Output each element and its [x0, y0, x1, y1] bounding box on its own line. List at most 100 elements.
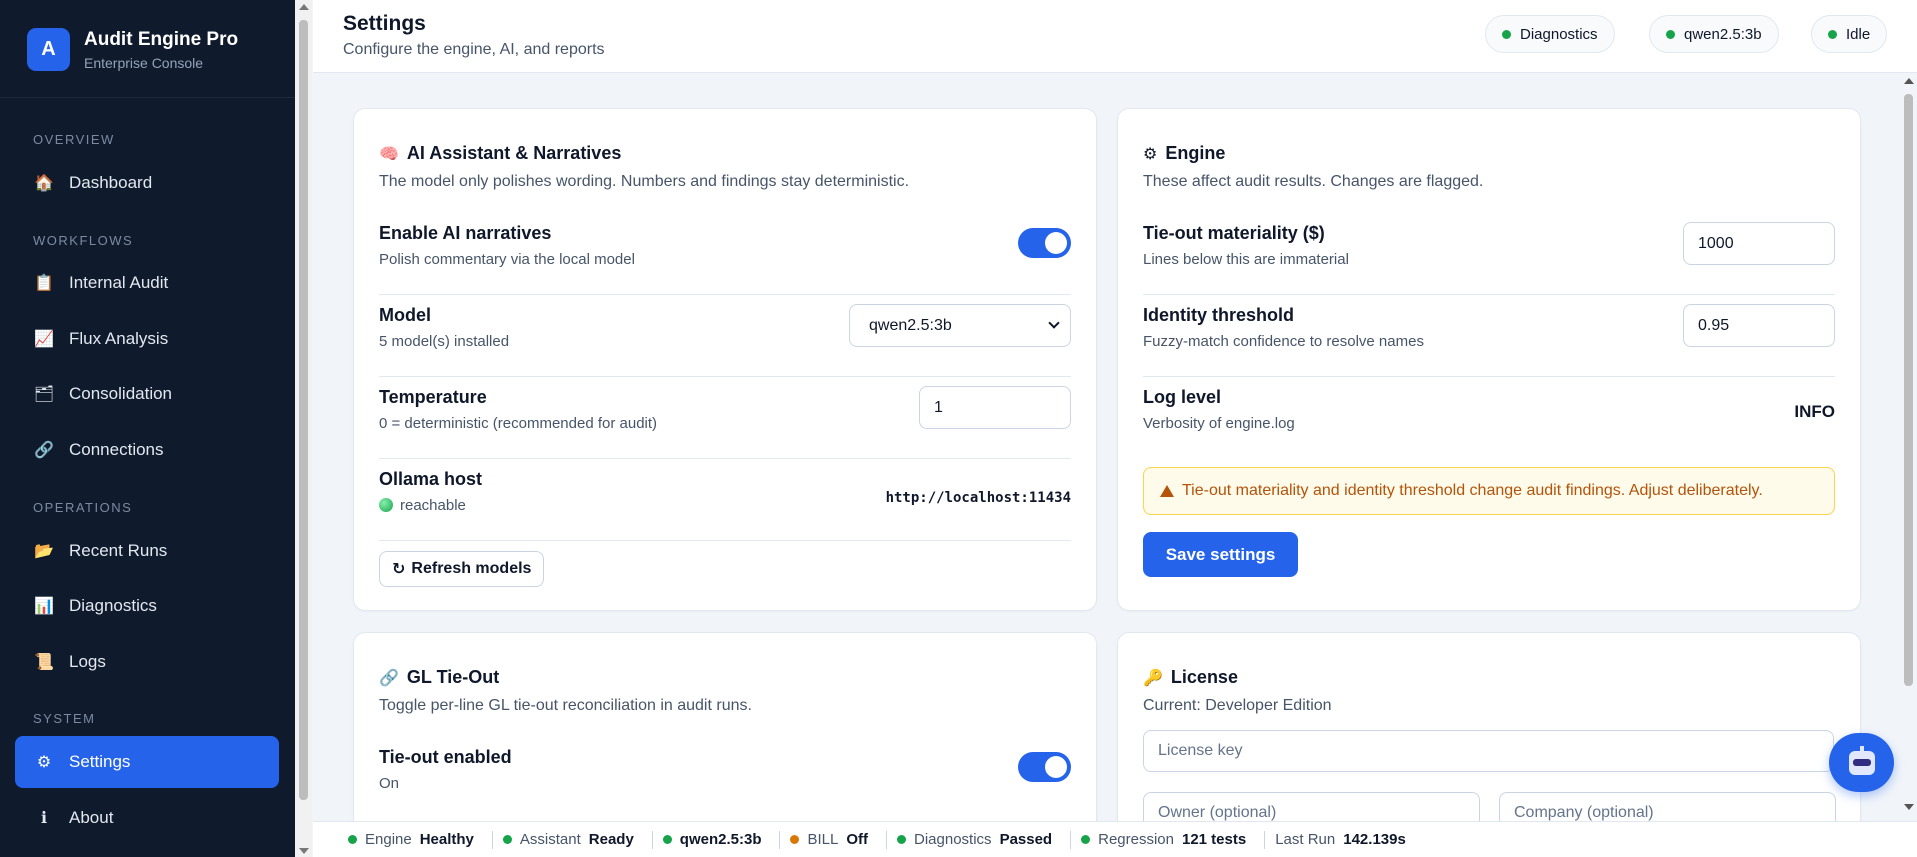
sidebar-item-consolidation[interactable]: 🗂 Consolidation: [15, 368, 279, 420]
identity-threshold-row: Identity threshold Fuzzy-match confidenc…: [1143, 295, 1835, 377]
sidebar-scrollbar[interactable]: [295, 0, 312, 857]
sidebar-item-label: Consolidation: [69, 384, 173, 403]
status-pill-idle[interactable]: Idle: [1811, 15, 1888, 53]
card-title-text: License: [1170, 667, 1238, 687]
header: Settings Configure the engine, AI, and r…: [313, 0, 1917, 73]
row-hint: 5 model(s) installed: [379, 333, 510, 350]
status-dot-icon: [502, 835, 512, 844]
ai-assistant-card: 🧠 AI Assistant & Narratives The model on…: [353, 108, 1097, 611]
save-settings-button[interactable]: Save settings: [1143, 532, 1298, 577]
license-card: 🔑 License Current: Developer Edition Lic…: [1117, 632, 1861, 834]
sidebar-item-label: About: [69, 808, 114, 827]
page-subtitle: Configure the engine, AI, and reports: [343, 41, 605, 58]
scroll-down-arrow-icon[interactable]: [299, 848, 309, 854]
status-model: qwen2.5:3b: [653, 830, 781, 849]
bar-chart-icon: 📊: [34, 598, 54, 615]
sidebar-item-flux-analysis[interactable]: 📈 Flux Analysis: [15, 313, 279, 365]
card-title: 🔗 GL Tie-Out: [379, 667, 499, 688]
chart-up-icon: 📈: [34, 331, 54, 348]
gear-icon: ⚙: [36, 754, 52, 771]
status-label: Diagnostics: [914, 831, 992, 848]
status-label: Last Run: [1275, 831, 1336, 848]
sidebar-item-internal-audit[interactable]: 📋 Internal Audit: [15, 257, 279, 309]
sidebar-item-label: Recent Runs: [69, 541, 168, 560]
pill-label: Diagnostics: [1520, 25, 1598, 43]
scroll-up-arrow-icon[interactable]: [299, 4, 309, 10]
brand-subtitle: Enterprise Console: [84, 54, 204, 71]
sidebar-item-diagnostics[interactable]: 📊 Diagnostics: [15, 580, 279, 632]
brand: A Audit Engine Pro Enterprise Console: [0, 0, 295, 98]
refresh-models-button[interactable]: ↻ Refresh models: [379, 551, 545, 587]
log-level-value: INFO: [1794, 402, 1835, 421]
sidebar-item-about[interactable]: ℹ About: [15, 792, 279, 844]
sidebar-item-label: Settings: [69, 752, 131, 771]
status-value: Ready: [588, 831, 634, 848]
status-last-run: Last Run 142.139s: [1265, 831, 1424, 849]
status-dot-icon: [897, 835, 907, 844]
pill-label: qwen2.5:3b: [1684, 25, 1762, 43]
log-level-row: Log level Verbosity of engine.log INFO: [1143, 377, 1835, 459]
model-select[interactable]: qwen2.5:3b: [849, 304, 1071, 347]
status-engine: Engine Healthy: [338, 830, 493, 849]
info-icon: ℹ: [40, 810, 48, 827]
row-label: Log level: [1143, 387, 1222, 407]
row-label: Ollama host: [379, 469, 483, 489]
pill-label: Idle: [1846, 25, 1871, 43]
tieout-enabled-row: Tie-out enabled On: [379, 737, 1071, 819]
row-hint: Lines below this are immaterial: [1143, 251, 1349, 268]
row-label: Temperature: [379, 387, 487, 407]
content-scrollbar[interactable]: [1900, 76, 1917, 816]
nav-section-workflows: WORKFLOWS: [33, 233, 134, 248]
identity-threshold-input[interactable]: 0.95: [1683, 304, 1835, 347]
sidebar-item-settings[interactable]: ⚙ Settings: [15, 736, 279, 788]
status-pill-diagnostics[interactable]: Diagnostics: [1485, 15, 1615, 53]
status-dot-icon: [1081, 835, 1091, 844]
card-description: These affect audit results. Changes are …: [1143, 173, 1484, 190]
sidebar-item-label: Logs: [69, 652, 106, 671]
robot-icon: [1848, 745, 1875, 775]
globe-icon: [379, 498, 393, 512]
status-pill-model[interactable]: qwen2.5:3b: [1649, 15, 1779, 53]
sidebar-scrollbar-thumb[interactable]: [299, 20, 308, 800]
ollama-host-value: http://localhost:11434: [885, 490, 1071, 506]
sidebar-item-recent-runs[interactable]: 📂 Recent Runs: [15, 525, 279, 577]
host-status: reachable: [379, 497, 466, 514]
gl-tieout-card: 🔗 GL Tie-Out Toggle per-line GL tie-out …: [353, 632, 1097, 832]
enable-ai-toggle[interactable]: [1018, 228, 1071, 258]
sidebar-item-label: Connections: [69, 440, 164, 459]
model-select-value: qwen2.5:3b: [869, 316, 952, 334]
sidebar-item-dashboard[interactable]: 🏠 Dashboard: [15, 157, 279, 209]
content-scrollbar-thumb[interactable]: [1904, 94, 1913, 686]
engine-card: ⚙ Engine These affect audit results. Cha…: [1117, 108, 1861, 611]
license-key-input[interactable]: License key: [1143, 730, 1834, 772]
row-label: Tie-out enabled: [379, 747, 512, 767]
chevron-down-icon: [1048, 317, 1060, 329]
status-dot-icon: [1666, 29, 1675, 39]
status-value: 142.139s: [1343, 831, 1406, 848]
materiality-row: Tie-out materiality ($) Lines below this…: [1143, 213, 1835, 295]
tieout-toggle[interactable]: [1018, 752, 1071, 782]
temperature-input[interactable]: 1: [919, 386, 1071, 429]
materiality-input[interactable]: 1000: [1683, 222, 1835, 265]
scroll-down-arrow-icon[interactable]: [1904, 804, 1914, 810]
sidebar-item-logs[interactable]: 📜 Logs: [15, 636, 279, 688]
brain-icon: 🧠: [379, 145, 399, 163]
sidebar-item-connections[interactable]: 🔗 Connections: [15, 424, 279, 476]
sidebar-item-label: Internal Audit: [69, 273, 169, 292]
house-icon: 🏠: [34, 175, 54, 192]
scroll-up-arrow-icon[interactable]: [1904, 78, 1914, 84]
brand-title: Audit Engine Pro: [84, 28, 239, 50]
row-label: Tie-out materiality ($): [1143, 223, 1325, 243]
card-title: ⚙ Engine: [1143, 143, 1225, 164]
sidebar-item-label: Diagnostics: [69, 596, 157, 615]
page-title: Settings: [343, 12, 426, 35]
brand-logo: A: [27, 28, 70, 71]
status-dot-icon: [1502, 29, 1511, 39]
card-title-text: AI Assistant & Narratives: [406, 143, 622, 163]
row-hint: Verbosity of engine.log: [1143, 415, 1295, 432]
assistant-fab-button[interactable]: [1829, 733, 1894, 792]
status-dot-icon: [790, 835, 800, 844]
row-label: Model: [379, 305, 431, 325]
enable-ai-row: Enable AI narratives Polish commentary v…: [379, 213, 1071, 295]
status-value: Healthy: [419, 831, 474, 848]
